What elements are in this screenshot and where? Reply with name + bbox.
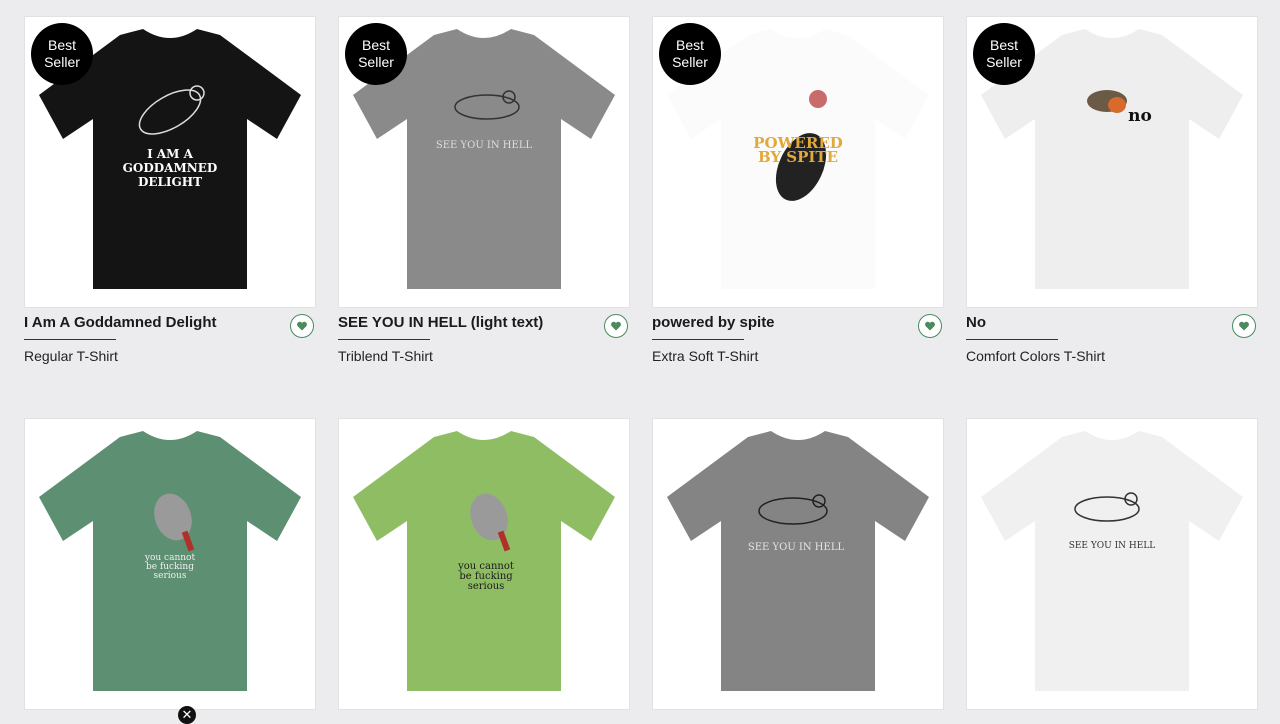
tshirt-image: SEE YOU IN HELL — [981, 431, 1243, 691]
product-type[interactable]: Triblend T-Shirt — [338, 348, 433, 364]
graphic-text-line: serious — [154, 571, 187, 581]
badge-label: Best Seller — [44, 37, 80, 70]
tshirt-shape — [667, 431, 929, 691]
product-title[interactable]: No — [966, 314, 986, 331]
title-underline — [24, 339, 116, 340]
close-icon[interactable]: ✕ — [178, 706, 196, 724]
tshirt-shape — [981, 431, 1243, 691]
heart-icon — [925, 321, 935, 331]
tshirt-image: you cannot be fucking serious — [353, 431, 615, 691]
tshirt-image: SEE YOU IN HELL — [667, 431, 929, 691]
product-image[interactable]: you cannot be fucking serious — [24, 418, 316, 710]
graphic-text-line: serious — [468, 581, 505, 592]
favorite-button[interactable] — [290, 314, 314, 338]
heart-icon — [1239, 321, 1249, 331]
badge-label: Best Seller — [358, 37, 394, 70]
product-grid: Best Seller I AM A GODDAMNED DELIGHT I A… — [0, 0, 1280, 724]
graphic-text-line: SEE YOU IN HELL — [1069, 541, 1156, 551]
product-type[interactable]: Extra Soft T-Shirt — [652, 348, 758, 364]
graphic-text-line: no — [1128, 106, 1152, 126]
product-image[interactable]: SEE YOU IN HELL — [652, 418, 944, 710]
graphic-text-line: SEE YOU IN HELL — [748, 542, 845, 553]
title-underline — [338, 339, 430, 340]
product-type[interactable]: Regular T-Shirt — [24, 348, 118, 364]
favorite-button[interactable] — [604, 314, 628, 338]
product-title[interactable]: I Am A Goddamned Delight — [24, 314, 217, 331]
graphic-text-line: GODDAMNED — [123, 161, 218, 175]
product-image[interactable]: you cannot be fucking serious — [338, 418, 630, 710]
graphic-text-line: BY SPITE — [758, 148, 838, 166]
best-seller-badge: Best Seller — [345, 23, 407, 85]
badge-label: Best Seller — [986, 37, 1022, 70]
product-image[interactable]: Best Seller SEE YOU IN HELL — [338, 16, 630, 308]
graphic-text-line: I AM A — [147, 147, 194, 161]
graphic-text-line: SEE YOU IN HELL — [436, 140, 533, 151]
heart-icon — [611, 321, 621, 331]
title-underline — [966, 339, 1058, 340]
tshirt-image: you cannot be fucking serious — [39, 431, 301, 691]
product-type[interactable]: Comfort Colors T-Shirt — [966, 348, 1105, 364]
product-image[interactable]: Best Seller I AM A GODDAMNED DELIGHT — [24, 16, 316, 308]
favorite-button[interactable] — [1232, 314, 1256, 338]
heart-icon — [297, 321, 307, 331]
best-seller-badge: Best Seller — [973, 23, 1035, 85]
badge-label: Best Seller — [672, 37, 708, 70]
graphic-text-line: DELIGHT — [138, 175, 202, 189]
best-seller-badge: Best Seller — [31, 23, 93, 85]
product-title[interactable]: powered by spite — [652, 314, 775, 331]
best-seller-badge: Best Seller — [659, 23, 721, 85]
product-image[interactable]: Best Seller POWERED BY SPITE — [652, 16, 944, 308]
product-image[interactable]: SEE YOU IN HELL — [966, 418, 1258, 710]
product-image[interactable]: Best Seller no — [966, 16, 1258, 308]
product-title[interactable]: SEE YOU IN HELL (light text) — [338, 314, 543, 331]
favorite-button[interactable] — [918, 314, 942, 338]
title-underline — [652, 339, 744, 340]
